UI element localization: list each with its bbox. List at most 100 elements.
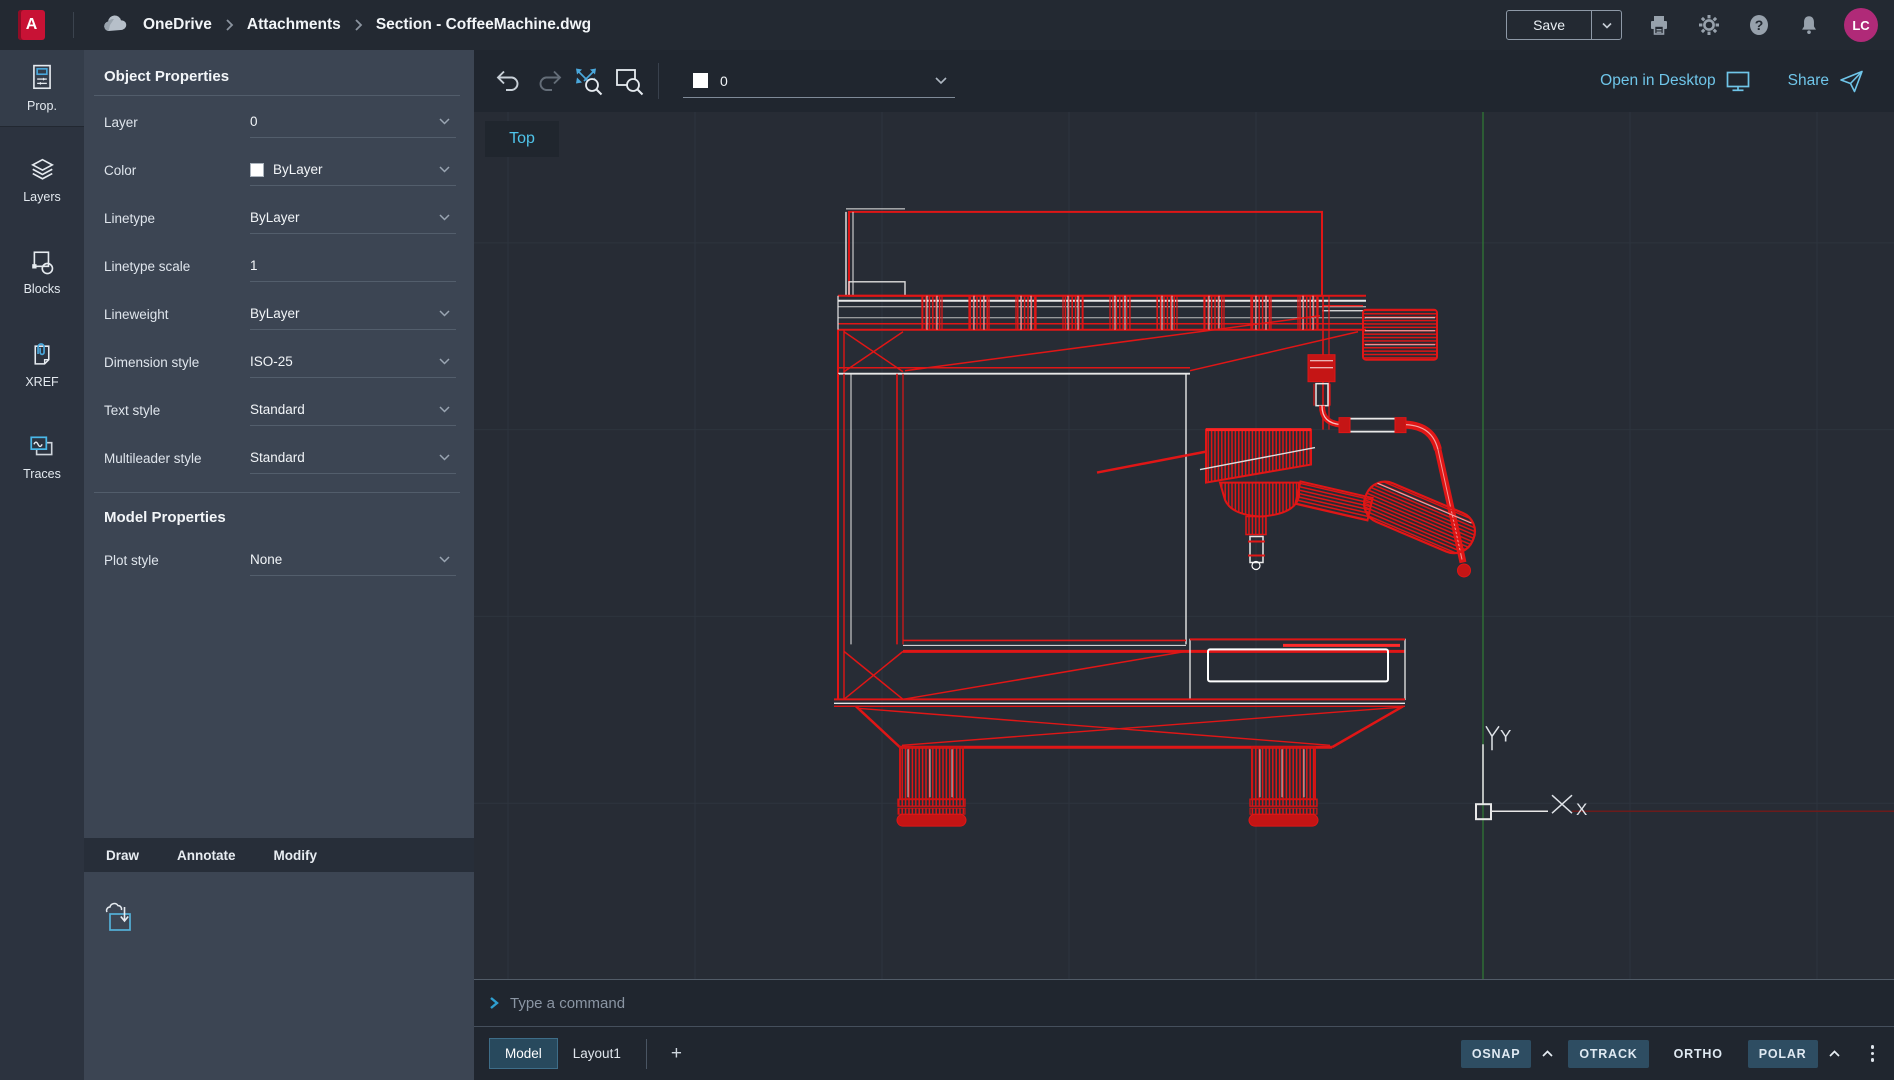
layer-value: 0 (720, 73, 923, 89)
revision-cloud-icon (101, 901, 139, 935)
dimension-style-dropdown[interactable]: ISO-25 (250, 346, 456, 378)
open-in-desktop-button[interactable]: Open in Desktop (1600, 71, 1749, 92)
sidebar-item-label: Prop. (27, 99, 57, 113)
property-row-multileader-style: Multileader style Standard (84, 434, 474, 482)
linetype-scale-input[interactable]: 1 (250, 250, 456, 282)
revision-cloud-tool-button[interactable] (98, 898, 142, 938)
property-value: Standard (250, 402, 305, 417)
view-label-badge[interactable]: Top (485, 121, 559, 157)
autocad-logo-icon[interactable]: A (18, 10, 45, 40)
osnap-chevron-up-icon[interactable] (1541, 1049, 1554, 1058)
breadcrumb-onedrive[interactable]: OneDrive (143, 16, 212, 34)
property-row-text-style: Text style Standard (84, 386, 474, 434)
axis-y-label: Y (1500, 726, 1511, 745)
print-button[interactable] (1646, 12, 1672, 38)
property-label: Color (104, 163, 250, 178)
tab-model[interactable]: Model (489, 1038, 558, 1069)
onedrive-cloud-icon (100, 15, 130, 35)
share-button[interactable]: Share (1788, 70, 1864, 93)
lineweight-dropdown[interactable]: ByLayer (250, 298, 456, 330)
undo-button[interactable] (492, 64, 526, 98)
text-style-dropdown[interactable]: Standard (250, 394, 456, 426)
drawing-canvas[interactable]: Y X Top (474, 112, 1894, 980)
chevron-down-icon (935, 77, 947, 85)
chevron-down-icon (439, 118, 450, 125)
zoom-extents-button[interactable] (572, 64, 606, 98)
property-label: Linetype (104, 211, 250, 226)
multileader-style-dropdown[interactable]: Standard (250, 442, 456, 474)
redo-button[interactable] (532, 64, 566, 98)
property-value: ByLayer (250, 210, 300, 225)
property-row-lineweight: Lineweight ByLayer (84, 290, 474, 338)
property-value: ISO-25 (250, 354, 293, 369)
grid-lines (474, 112, 1894, 979)
save-button[interactable]: Save (1507, 11, 1591, 39)
color-dropdown[interactable]: ByLayer (250, 154, 456, 186)
divider (73, 12, 74, 38)
ortho-toggle[interactable]: ORTHO (1663, 1040, 1734, 1068)
help-icon: ? (1747, 13, 1771, 37)
desktop-monitor-icon (1726, 71, 1750, 92)
add-layout-button[interactable]: + (661, 1043, 692, 1065)
properties-panel: Object Properties Layer 0 Color ByLayer (84, 50, 474, 1080)
property-label: Linetype scale (104, 259, 250, 274)
top-bar: A OneDrive Attachments Section - CoffeeM… (0, 0, 1894, 50)
tab-modify[interactable]: Modify (274, 848, 318, 863)
user-avatar[interactable]: LC (1844, 8, 1878, 42)
sidebar-item-layers[interactable]: Layers (0, 143, 84, 217)
draw-tools-panel (84, 872, 474, 1080)
divider (658, 63, 659, 99)
command-input[interactable]: Type a command (510, 995, 625, 1012)
save-dropdown-button[interactable] (1591, 11, 1621, 39)
otrack-toggle[interactable]: OTRACK (1568, 1040, 1648, 1068)
polar-toggle[interactable]: POLAR (1748, 1040, 1818, 1068)
plot-style-dropdown[interactable]: None (250, 544, 456, 576)
traces-icon (28, 434, 56, 460)
properties-icon (29, 64, 55, 92)
command-bar[interactable]: Type a command (474, 980, 1894, 1026)
breadcrumb-separator-icon (354, 18, 363, 32)
sidebar-item-properties[interactable]: Prop. (0, 50, 84, 127)
sidebar-item-label: Layers (23, 190, 61, 204)
layer-color-swatch (693, 73, 708, 88)
tab-annotate[interactable]: Annotate (177, 848, 236, 863)
svg-text:?: ? (1755, 17, 1764, 33)
sidebar-item-xref[interactable]: XREF (0, 327, 84, 402)
command-prompt-icon (489, 996, 500, 1010)
breadcrumb-attachments[interactable]: Attachments (247, 16, 341, 34)
ribbon-tab-bar: Draw Annotate Modify (84, 838, 474, 872)
zoom-window-icon (613, 66, 645, 96)
zoom-window-button[interactable] (612, 64, 646, 98)
notifications-button[interactable] (1796, 12, 1822, 38)
sidebar-item-traces[interactable]: Traces (0, 420, 84, 494)
breadcrumb-separator-icon (225, 18, 234, 32)
chevron-down-icon (439, 556, 450, 563)
status-overflow-menu[interactable] (1865, 1041, 1881, 1066)
property-label: Multileader style (104, 451, 250, 466)
osnap-toggle[interactable]: OSNAP (1461, 1040, 1531, 1068)
sidebar-item-blocks[interactable]: Blocks (0, 235, 84, 309)
cad-toolbar: 0 Open in Desktop Share (474, 50, 1894, 112)
sidebar-item-label: Blocks (24, 282, 61, 296)
settings-button[interactable] (1696, 12, 1722, 38)
chevron-down-icon (439, 358, 450, 365)
zoom-extents-icon (573, 66, 605, 96)
divider (94, 492, 460, 493)
property-label: Layer (104, 115, 250, 130)
property-value: Standard (250, 450, 305, 465)
property-value: None (250, 552, 282, 567)
tab-draw[interactable]: Draw (106, 848, 139, 863)
share-label: Share (1788, 72, 1829, 90)
bell-icon (1798, 13, 1820, 37)
section-title: Object Properties (84, 68, 474, 95)
linetype-dropdown[interactable]: ByLayer (250, 202, 456, 234)
chevron-down-icon (1602, 22, 1612, 29)
current-layer-dropdown[interactable]: 0 (683, 64, 955, 98)
property-row-plot-style: Plot style None (84, 536, 474, 584)
help-button[interactable]: ? (1746, 12, 1772, 38)
polar-chevron-up-icon[interactable] (1828, 1049, 1841, 1058)
tab-layout1[interactable]: Layout1 (558, 1038, 636, 1069)
layers-icon (29, 157, 56, 183)
color-swatch (250, 163, 264, 177)
layer-dropdown[interactable]: 0 (250, 106, 456, 138)
